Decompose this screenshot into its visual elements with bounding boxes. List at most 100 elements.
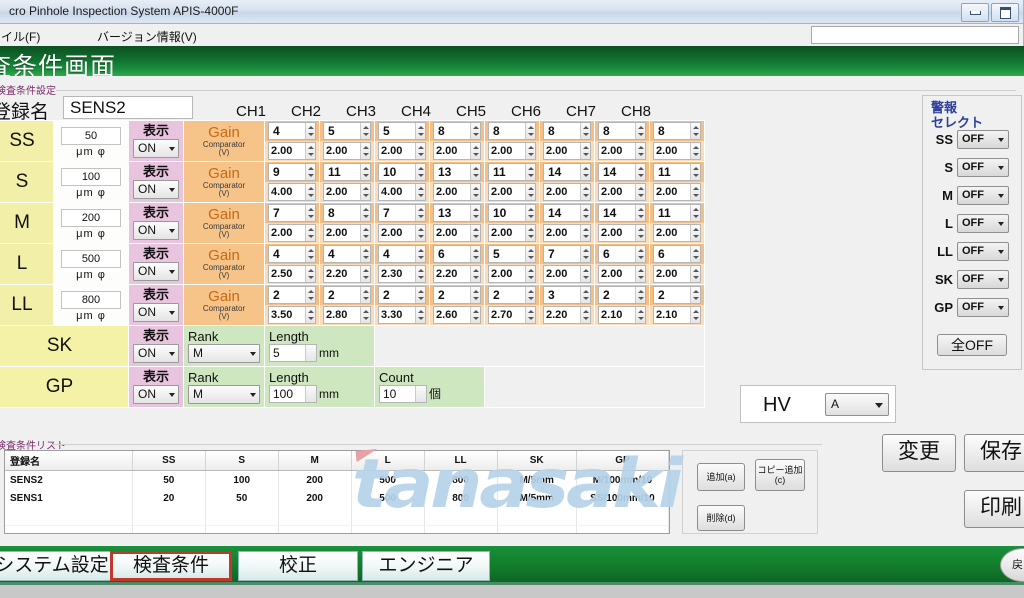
tab-system-settings[interactable]: システム設定 — [0, 551, 116, 581]
maximize-icon[interactable] — [991, 3, 1019, 22]
spin-input[interactable]: 5 — [323, 122, 371, 140]
spinner-arrows-icon[interactable] — [305, 266, 315, 282]
spin-input[interactable]: 2 — [378, 286, 426, 304]
spin-input[interactable]: 7 — [378, 204, 426, 222]
spinner-arrows-icon[interactable] — [305, 184, 315, 200]
spinner-arrows-icon[interactable] — [580, 143, 590, 159]
spinner-arrows-icon[interactable] — [360, 205, 370, 221]
spinner-arrows-icon[interactable] — [415, 246, 425, 262]
spin-input[interactable]: 2.80 — [323, 306, 371, 324]
spinner-arrows-icon[interactable] — [580, 266, 590, 282]
spinner-arrows-icon[interactable] — [305, 246, 315, 262]
spin-input[interactable]: 2 — [323, 286, 371, 304]
spin-input[interactable]: 3 — [543, 286, 591, 304]
spin-input[interactable]: 2.00 — [433, 142, 481, 160]
spinner-arrows-icon[interactable] — [525, 205, 535, 221]
alarm-select-ss[interactable]: OFF — [957, 130, 1009, 149]
spinner-arrows-icon[interactable] — [360, 246, 370, 262]
spinner-arrows-icon[interactable] — [470, 307, 480, 323]
spin-input[interactable]: 2.20 — [543, 306, 591, 324]
spinner-arrows-icon[interactable] — [415, 225, 425, 241]
spin-input[interactable]: 2.70 — [488, 306, 536, 324]
spinner-arrows-icon[interactable] — [690, 307, 700, 323]
length-input[interactable]: 5 — [269, 343, 317, 362]
spinner-arrows-icon[interactable] — [470, 266, 480, 282]
spin-input[interactable]: 2.00 — [378, 224, 426, 242]
table-row[interactable]: SENS2 50 100 200 500 800 M/5mm M/100mm/10 — [5, 470, 669, 489]
spinner-arrows-icon[interactable] — [415, 123, 425, 139]
spinner-arrows-icon[interactable] — [525, 266, 535, 282]
spin-input[interactable]: 2.00 — [543, 183, 591, 201]
spinner-arrows-icon[interactable] — [580, 225, 590, 241]
spinner-arrows-icon[interactable] — [580, 164, 590, 180]
spinner-arrows-icon[interactable] — [635, 307, 645, 323]
spinner-arrows-icon[interactable] — [690, 266, 700, 282]
spin-input[interactable]: 11 — [323, 163, 371, 181]
spin-input[interactable]: 13 — [433, 163, 481, 181]
spinner-arrows-icon[interactable] — [580, 184, 590, 200]
spinner-arrows-icon[interactable] — [305, 307, 315, 323]
spin-input[interactable]: 2 — [433, 286, 481, 304]
spin-input[interactable]: 2.00 — [598, 265, 646, 283]
spin-input[interactable]: 7 — [268, 204, 316, 222]
spinner-arrows-icon[interactable] — [305, 205, 315, 221]
spin-input[interactable]: 4 — [268, 245, 316, 263]
alarm-select-m[interactable]: OFF — [957, 186, 1009, 205]
spinner-arrows-icon[interactable] — [360, 143, 370, 159]
diameter-input[interactable]: 500 — [61, 250, 121, 268]
tab-inspection-conditions[interactable]: 検査条件 — [110, 551, 232, 581]
spinner-arrows-icon[interactable] — [635, 184, 645, 200]
spinner-arrows-icon[interactable] — [415, 307, 425, 323]
spin-input[interactable]: 8 — [433, 122, 481, 140]
display-select[interactable]: ON — [133, 221, 179, 240]
spin-input[interactable]: 2.00 — [653, 142, 701, 160]
spin-input[interactable]: 2.00 — [433, 224, 481, 242]
spin-input[interactable]: 2.00 — [598, 142, 646, 160]
spinner-arrows-icon[interactable] — [580, 287, 590, 303]
spinner-arrows-icon[interactable] — [360, 287, 370, 303]
spin-input[interactable]: 8 — [598, 122, 646, 140]
spinner-arrows-icon[interactable] — [470, 246, 480, 262]
display-select[interactable]: ON — [133, 385, 179, 404]
spinner-arrows-icon[interactable] — [415, 184, 425, 200]
spinner-arrows-icon[interactable] — [360, 266, 370, 282]
spin-input[interactable]: 2.00 — [488, 265, 536, 283]
spin-input[interactable]: 2.20 — [433, 265, 481, 283]
spinner-arrows-icon[interactable] — [525, 246, 535, 262]
registration-name-input[interactable]: SENS2 — [63, 96, 193, 119]
spin-input[interactable]: 2.00 — [653, 224, 701, 242]
alarm-select-ll[interactable]: OFF — [957, 242, 1009, 261]
spinner-arrows-icon[interactable] — [470, 123, 480, 139]
display-select[interactable]: ON — [133, 344, 179, 363]
spinner-arrows-icon[interactable] — [635, 164, 645, 180]
display-select[interactable]: ON — [133, 303, 179, 322]
delete-button[interactable]: 削除(d) — [697, 505, 745, 531]
spinner-arrows-icon[interactable] — [470, 164, 480, 180]
list-column-header[interactable]: SK — [497, 451, 577, 471]
spinner-arrows-icon[interactable] — [580, 246, 590, 262]
spinner-arrows-icon[interactable] — [415, 143, 425, 159]
spinner-arrows-icon[interactable] — [415, 164, 425, 180]
spinner-arrows-icon[interactable] — [305, 123, 315, 139]
spinner-arrows-icon[interactable] — [525, 123, 535, 139]
spinner-arrows-icon[interactable] — [690, 184, 700, 200]
spinner-arrows-icon[interactable] — [360, 123, 370, 139]
alarm-select-sk[interactable]: OFF — [957, 270, 1009, 289]
spin-input[interactable]: 7 — [543, 245, 591, 263]
spin-input[interactable]: 3.30 — [378, 306, 426, 324]
spinner-arrows-icon[interactable] — [525, 307, 535, 323]
alarm-select-s[interactable]: OFF — [957, 158, 1009, 177]
spin-input[interactable]: 14 — [543, 163, 591, 181]
menu-item-version[interactable]: バージョン情報(V) — [97, 28, 197, 45]
spinner-arrows-icon[interactable] — [525, 287, 535, 303]
spinner-arrows-icon[interactable] — [305, 164, 315, 180]
spinner-arrows-icon[interactable] — [470, 143, 480, 159]
spin-input[interactable]: 8 — [543, 122, 591, 140]
change-button[interactable]: 変更 — [882, 434, 956, 472]
spin-input[interactable]: 5 — [488, 245, 536, 263]
spin-input[interactable]: 2.00 — [598, 224, 646, 242]
all-off-button[interactable]: 全OFF — [937, 334, 1007, 356]
menu-item-file[interactable]: イル(F) — [1, 28, 40, 45]
spinner-arrows-icon[interactable] — [470, 205, 480, 221]
spin-input[interactable]: 3.50 — [268, 306, 316, 324]
